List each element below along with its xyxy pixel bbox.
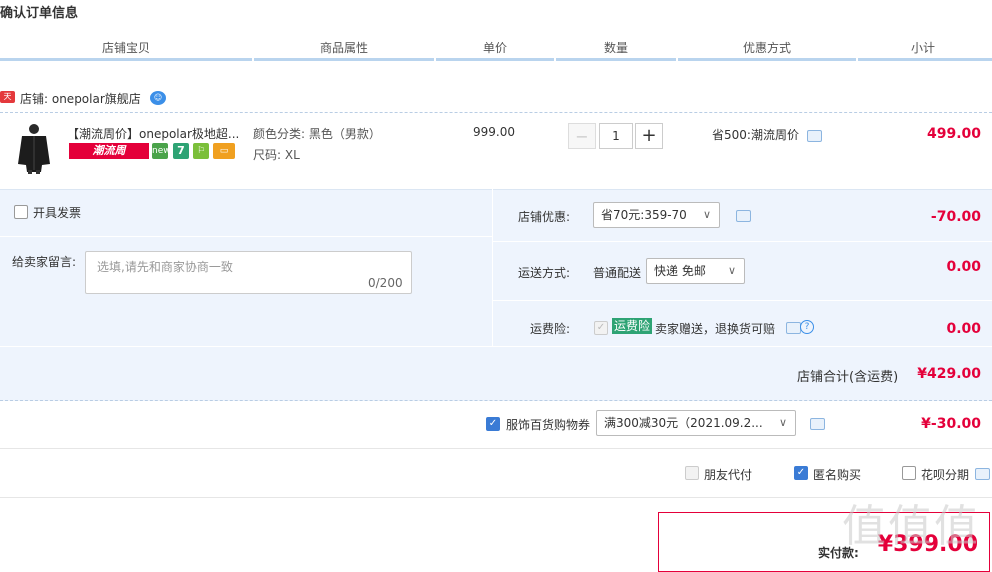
- panel-divider: [493, 241, 992, 242]
- insurance-amount: 0.00: [946, 321, 981, 337]
- chevron-down-icon: ∨: [778, 416, 787, 429]
- insurance-info-icon[interactable]: [786, 322, 801, 334]
- item-subtotal: 499.00: [926, 126, 981, 142]
- shop-discount-label: 店铺优惠:: [518, 210, 571, 224]
- unit-price: 999.00: [473, 125, 515, 139]
- divider: [0, 448, 992, 449]
- header-sep: [554, 58, 556, 61]
- message-label: 给卖家留言:: [12, 255, 77, 269]
- friend-pay-checkbox[interactable]: [685, 466, 699, 480]
- friend-pay-label: 朋友代付: [704, 468, 753, 482]
- coupon-checkbox[interactable]: ✓: [486, 417, 500, 431]
- invoice-label: 开具发票: [33, 206, 82, 220]
- attr-size: 尺码: XL: [253, 148, 300, 162]
- help-icon[interactable]: ?: [800, 320, 814, 334]
- qty-increase-button[interactable]: +: [635, 123, 663, 149]
- watermark-logo: 值值值: [842, 501, 980, 552]
- panel-divider: [492, 189, 493, 346]
- installment-checkbox[interactable]: [902, 466, 916, 480]
- panel-divider: [0, 346, 992, 347]
- wangwang-chat-icon[interactable]: ☺: [150, 91, 166, 105]
- shipping-select[interactable]: 快递 免邮 ∨: [646, 258, 745, 284]
- header-subtotal: 小计: [910, 41, 935, 55]
- header-attributes: 商品属性: [319, 41, 368, 55]
- shipping-amount: 0.00: [946, 259, 981, 275]
- anonymous-label: 匿名购买: [813, 468, 862, 482]
- coupon-label: 服饰百货购物券: [506, 418, 591, 432]
- shop-discount-value: 省70元:359-70: [601, 208, 687, 222]
- credit-card-icon: ▭: [213, 143, 235, 159]
- attr-color: 颜色分类: 黑色（男款）: [253, 127, 381, 141]
- header-quantity: 数量: [603, 41, 628, 55]
- message-placeholder: 选填,请先和商家协商一致: [97, 260, 233, 274]
- insurance-checkbox[interactable]: ✓: [594, 321, 608, 335]
- header-sep: [252, 58, 254, 61]
- installment-info-icon[interactable]: [975, 468, 990, 480]
- shop-discount-amount: -70.00: [930, 209, 981, 225]
- seven-day-return-icon: 7: [173, 143, 189, 159]
- chevron-down-icon: ∨: [702, 208, 711, 221]
- product-thumbnail[interactable]: [12, 122, 56, 174]
- item-discount: 省500:潮流周价: [712, 128, 799, 142]
- coupon-amount: ¥-30.00: [921, 416, 981, 432]
- assured-icon: ⚐: [193, 143, 209, 159]
- invoice-checkbox[interactable]: [14, 205, 28, 219]
- header-divider: [0, 58, 992, 61]
- insurance-label: 运费险:: [530, 322, 571, 336]
- qty-decrease-button[interactable]: −: [568, 123, 596, 149]
- header-sep: [434, 58, 436, 61]
- panel-divider: [0, 236, 492, 237]
- coupon-select[interactable]: 满300减30元（2021.09.2... ∨: [596, 410, 796, 436]
- header-sep: [676, 58, 678, 61]
- shop-discount-select[interactable]: 省70元:359-70 ∨: [593, 202, 720, 228]
- shop-row: [0, 84, 992, 113]
- message-counter: 0/200: [368, 276, 403, 290]
- discount-info-icon[interactable]: [736, 210, 751, 222]
- coupon-value: 满300减30元（2021.09.2...: [604, 416, 763, 430]
- shop-name-link[interactable]: 店铺: onepolar旗舰店: [20, 90, 141, 107]
- shipping-method: 普通配送: [593, 266, 642, 280]
- panel-divider: [493, 300, 992, 301]
- header-unit-price: 单价: [482, 41, 507, 55]
- coupon-info-icon[interactable]: [810, 418, 825, 430]
- shipping-value: 快递 免邮: [654, 264, 706, 278]
- insurance-tag: 运费险: [612, 318, 653, 334]
- new-icon: new: [152, 143, 171, 159]
- insurance-desc: 卖家赠送，退换货可赔: [655, 322, 776, 336]
- header-discount: 优惠方式: [742, 41, 791, 55]
- tmall-icon: 天猫: [0, 91, 15, 113]
- header-sep: [856, 58, 858, 61]
- promo-banner: 潮流周: [69, 143, 149, 159]
- qty-input[interactable]: 1: [599, 123, 633, 149]
- chevron-down-icon: ∨: [727, 264, 736, 277]
- installment-label: 花呗分期: [921, 468, 970, 482]
- item-name-link[interactable]: 【潮流周价】onepolar极地超...: [67, 125, 239, 142]
- shop-total-label: 店铺合计(含运费): [797, 370, 899, 385]
- shop-total-amount: ¥429.00: [917, 366, 981, 382]
- shipping-label: 运送方式:: [518, 266, 571, 280]
- anonymous-checkbox[interactable]: ✓: [794, 466, 808, 480]
- discount-info-icon[interactable]: [807, 130, 822, 142]
- jacket-image-icon: [18, 124, 50, 174]
- page-title: 确认订单信息: [0, 6, 79, 21]
- header-shop-item: 店铺宝贝: [101, 41, 150, 55]
